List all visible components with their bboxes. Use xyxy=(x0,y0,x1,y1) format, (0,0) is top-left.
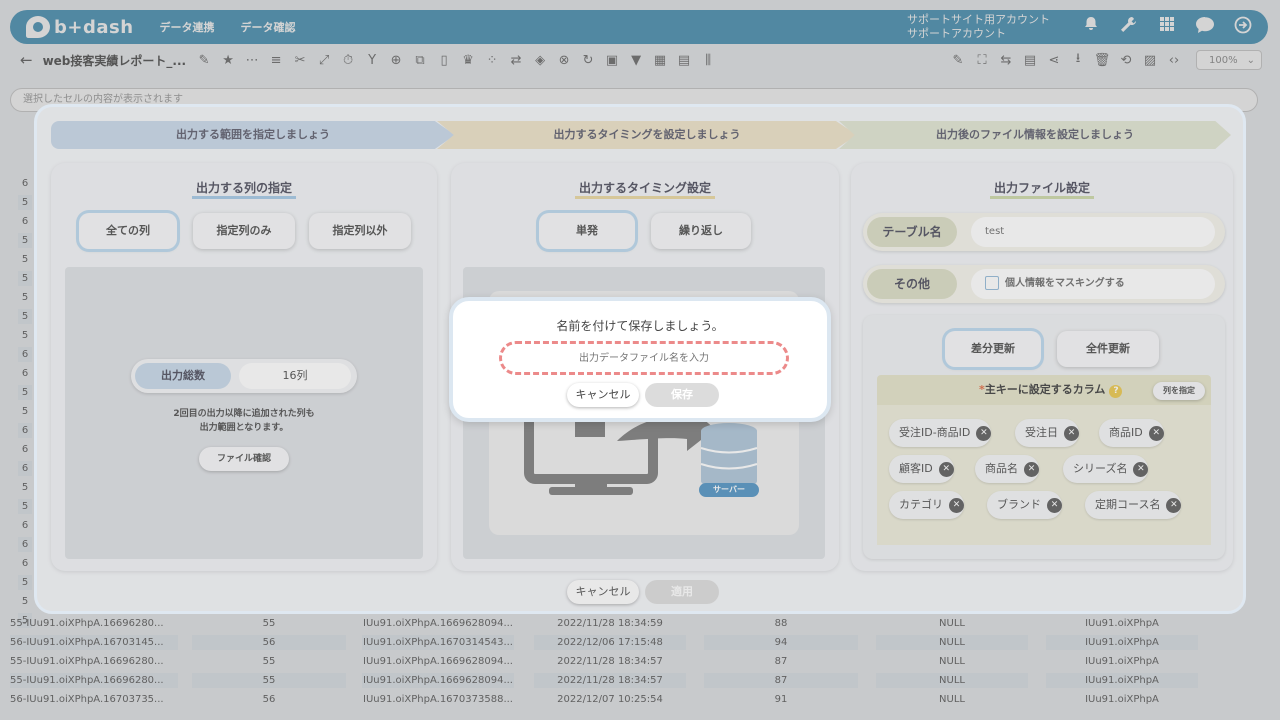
step-file-info: 出力後のファイル情報を設定しましょう xyxy=(839,121,1231,149)
pk-chip: 商品ID ✕ xyxy=(1099,419,1164,447)
file-panel-title: 出力ファイル設定 xyxy=(851,179,1233,199)
table-name-label: テーブル名 xyxy=(867,217,957,247)
remove-icon[interactable]: ✕ xyxy=(1148,425,1164,441)
full-update-button[interactable]: 全件更新 xyxy=(1057,331,1159,367)
pk-chip: 商品名 ✕ xyxy=(975,455,1039,483)
other-row: その他 個人情報をマスキングする xyxy=(863,265,1225,303)
columns-summary-box: 出力総数 16列 2回目の出力以降に追加された列も 出力範囲となります。 ファイ… xyxy=(65,267,423,559)
save-button[interactable]: 保存 xyxy=(645,383,719,407)
columns-panel: 出力する列の指定 全ての列 指定列のみ 指定列以外 出力総数 16列 2回目の出… xyxy=(51,163,437,571)
specified-columns-button[interactable]: 指定列のみ xyxy=(193,213,295,249)
pk-chip: 顧客ID ✕ xyxy=(889,455,954,483)
pk-chip: 受注日 ✕ xyxy=(1015,419,1079,447)
timing-panel-title: 出力するタイミング設定 xyxy=(451,179,839,199)
repeat-button[interactable]: 繰り返し xyxy=(651,213,751,249)
info-icon[interactable]: ? xyxy=(1109,385,1123,398)
server-label: サーバー xyxy=(699,483,759,497)
pk-chip: 受注ID-商品ID ✕ xyxy=(889,419,992,447)
remove-icon[interactable]: ✕ xyxy=(949,497,964,513)
step-range: 出力する範囲を指定しましょう xyxy=(51,121,455,149)
table-name-input[interactable]: test xyxy=(971,217,1215,247)
masking-option[interactable]: 個人情報をマスキングする xyxy=(971,269,1215,299)
columns-note: 2回目の出力以降に追加された列も 出力範囲となります。 xyxy=(173,409,315,433)
pk-chip: 定期コース名 ✕ xyxy=(1085,491,1182,519)
save-message: 名前を付けて保存しましょう。 xyxy=(556,319,724,333)
remove-icon[interactable]: ✕ xyxy=(938,461,954,477)
single-run-button[interactable]: 単発 xyxy=(539,213,635,249)
output-total-label: 出力総数 xyxy=(135,363,231,389)
save-cancel-button[interactable]: キャンセル xyxy=(567,383,639,407)
output-filename-input[interactable] xyxy=(499,341,789,375)
file-check-button[interactable]: ファイル確認 xyxy=(199,447,289,471)
pk-chip: カテゴリ ✕ xyxy=(889,491,964,519)
remove-icon[interactable]: ✕ xyxy=(1133,461,1149,477)
pk-chip: シリーズ名 ✕ xyxy=(1063,455,1149,483)
pk-chip: ブランド ✕ xyxy=(987,491,1062,519)
step-timing: 出力するタイミングを設定しましょう xyxy=(437,121,857,149)
except-columns-button[interactable]: 指定列以外 xyxy=(309,213,411,249)
save-name-dialog: 名前を付けて保存しましょう。 キャンセル 保存 xyxy=(449,297,831,422)
diff-update-button[interactable]: 差分更新 xyxy=(945,331,1041,367)
remove-icon[interactable]: ✕ xyxy=(1024,461,1039,477)
table-name-row: テーブル名 test xyxy=(863,213,1225,251)
output-total: 出力総数 16列 xyxy=(131,359,357,393)
file-settings-panel: 出力ファイル設定 テーブル名 test その他 個人情報をマスキングする 差分更… xyxy=(851,163,1233,571)
masking-checkbox[interactable] xyxy=(985,276,999,290)
remove-icon[interactable]: ✕ xyxy=(1047,497,1062,513)
remove-icon[interactable]: ✕ xyxy=(1064,425,1079,441)
apply-button[interactable]: 適用 xyxy=(645,580,719,604)
remove-icon[interactable]: ✕ xyxy=(976,425,992,441)
masking-label: 個人情報をマスキングする xyxy=(1005,278,1125,289)
modal-cancel-button[interactable]: キャンセル xyxy=(567,580,639,604)
primary-key-title: 主キーに設定するカラム xyxy=(984,383,1106,396)
remove-icon[interactable]: ✕ xyxy=(1166,497,1182,513)
columns-panel-title: 出力する列の指定 xyxy=(51,179,437,199)
output-total-value: 16列 xyxy=(239,363,351,389)
primary-key-columns: 受注ID-商品ID ✕ 受注日 ✕ 商品ID ✕ 顧客ID ✕ 商品名 ✕ シリーズ名 ✕ … xyxy=(877,405,1211,545)
specify-columns-button[interactable]: 列を指定 xyxy=(1153,382,1205,400)
all-columns-button[interactable]: 全ての列 xyxy=(79,213,177,249)
other-label: その他 xyxy=(867,269,957,299)
